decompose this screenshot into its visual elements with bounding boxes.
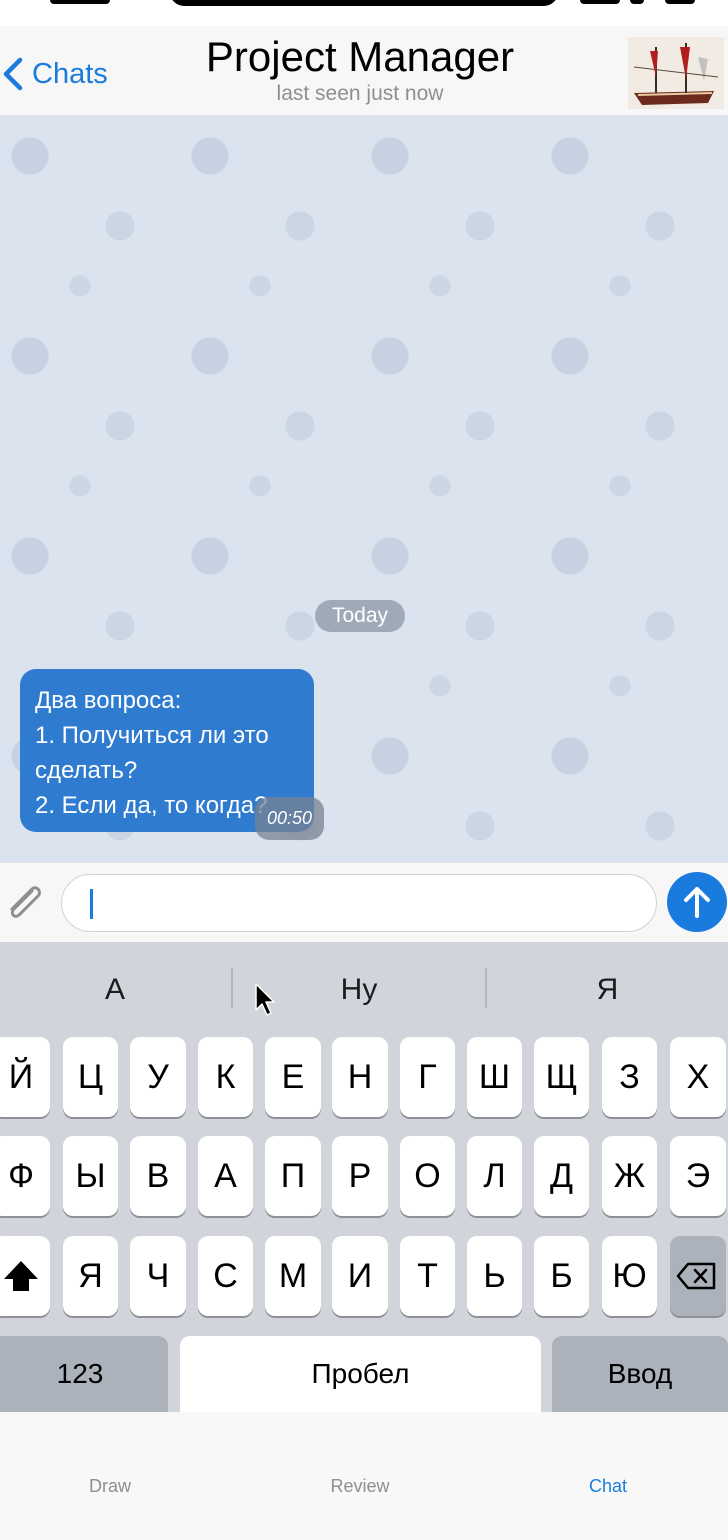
key[interactable]: Я xyxy=(63,1236,118,1316)
key[interactable]: Х xyxy=(670,1037,726,1117)
key[interactable]: К xyxy=(198,1037,253,1117)
key[interactable]: Д xyxy=(534,1136,589,1216)
input-bar xyxy=(0,862,728,942)
message-bubble[interactable]: Два вопроса: 1. Получиться ли это сделат… xyxy=(20,669,324,840)
page-title: Project Manager xyxy=(205,33,515,80)
space-key[interactable]: Пробел xyxy=(180,1336,541,1412)
chevron-left-icon xyxy=(3,57,23,91)
key[interactable]: Т xyxy=(400,1236,455,1316)
back-button[interactable]: Chats xyxy=(0,52,108,96)
key[interactable]: Г xyxy=(400,1037,455,1117)
tab-review[interactable]: Review xyxy=(300,1476,420,1497)
key[interactable]: Ш xyxy=(467,1037,522,1117)
last-seen-status: last seen just now xyxy=(276,82,444,105)
suggestion-item[interactable]: А xyxy=(0,942,230,1034)
key[interactable]: П xyxy=(265,1136,321,1216)
key[interactable]: О xyxy=(400,1136,455,1216)
chat-area[interactable]: Today Два вопроса: 1. Получиться ли это … xyxy=(0,116,728,862)
paperclip-icon[interactable] xyxy=(0,877,48,925)
message-line: Два вопроса: xyxy=(35,687,182,714)
avatar[interactable] xyxy=(628,37,724,109)
shift-key[interactable] xyxy=(0,1236,50,1316)
key[interactable]: М xyxy=(265,1236,321,1316)
suggestion-item[interactable]: Я xyxy=(487,942,728,1034)
key[interactable]: Ь xyxy=(467,1236,522,1316)
message-timestamp: 00:50 xyxy=(254,797,324,840)
tab-bar: Draw Review Chat xyxy=(0,1412,728,1540)
ship-image xyxy=(628,37,724,109)
key[interactable]: А xyxy=(198,1136,253,1216)
text-caret xyxy=(90,889,93,919)
back-label: Chats xyxy=(32,57,108,90)
key[interactable]: С xyxy=(198,1236,253,1316)
title-block[interactable]: Project Manager last seen just now xyxy=(150,32,570,106)
key[interactable]: Р xyxy=(332,1136,388,1216)
key[interactable]: Й xyxy=(0,1037,50,1117)
key[interactable]: В xyxy=(130,1136,186,1216)
wifi-icon xyxy=(630,0,644,4)
screen: Chats Project Manager last seen just now… xyxy=(0,0,728,1540)
key[interactable]: Л xyxy=(467,1136,522,1216)
date-separator: Today xyxy=(315,600,405,632)
key[interactable]: Е xyxy=(265,1037,321,1117)
key[interactable]: Б xyxy=(534,1236,589,1316)
key[interactable]: Ц xyxy=(63,1037,118,1117)
arrow-up-icon xyxy=(684,887,710,918)
send-button[interactable] xyxy=(667,872,727,932)
key[interactable]: И xyxy=(332,1236,388,1316)
signal-icon xyxy=(580,0,620,4)
backspace-key[interactable] xyxy=(670,1236,726,1316)
key[interactable]: З xyxy=(602,1037,657,1117)
key[interactable]: У xyxy=(130,1037,186,1117)
key[interactable]: Ы xyxy=(63,1136,118,1216)
message-line: сделать? xyxy=(35,757,138,784)
chat-header: Chats Project Manager last seen just now xyxy=(0,26,728,116)
key[interactable]: Ю xyxy=(602,1236,657,1316)
key[interactable]: Ж xyxy=(602,1136,657,1216)
message-input[interactable] xyxy=(61,874,657,932)
key[interactable]: Н xyxy=(332,1037,388,1117)
numbers-key[interactable]: 123 xyxy=(0,1336,168,1412)
key[interactable]: Щ xyxy=(534,1037,589,1117)
key[interactable]: Ф xyxy=(0,1136,50,1216)
key[interactable]: Э xyxy=(670,1136,726,1216)
suggestion-bar: А Ну Я xyxy=(0,942,728,1034)
tab-chat[interactable]: Chat xyxy=(548,1476,668,1497)
notch xyxy=(170,0,558,6)
keyboard: А Ну Я Й Ц У К Е Н Г Ш Щ З Х Ф Ы В А П Р… xyxy=(0,942,728,1412)
battery-icon xyxy=(665,0,695,4)
mouse-pointer-icon xyxy=(255,983,275,1016)
backspace-icon xyxy=(676,1262,716,1290)
status-time-fragment xyxy=(50,0,110,4)
tab-draw[interactable]: Draw xyxy=(50,1476,170,1497)
message-line: 1. Получиться ли это xyxy=(35,722,269,749)
shift-icon xyxy=(4,1261,38,1291)
status-bar xyxy=(0,0,728,26)
key[interactable]: Ч xyxy=(130,1236,186,1316)
return-key[interactable]: Ввод xyxy=(552,1336,728,1412)
